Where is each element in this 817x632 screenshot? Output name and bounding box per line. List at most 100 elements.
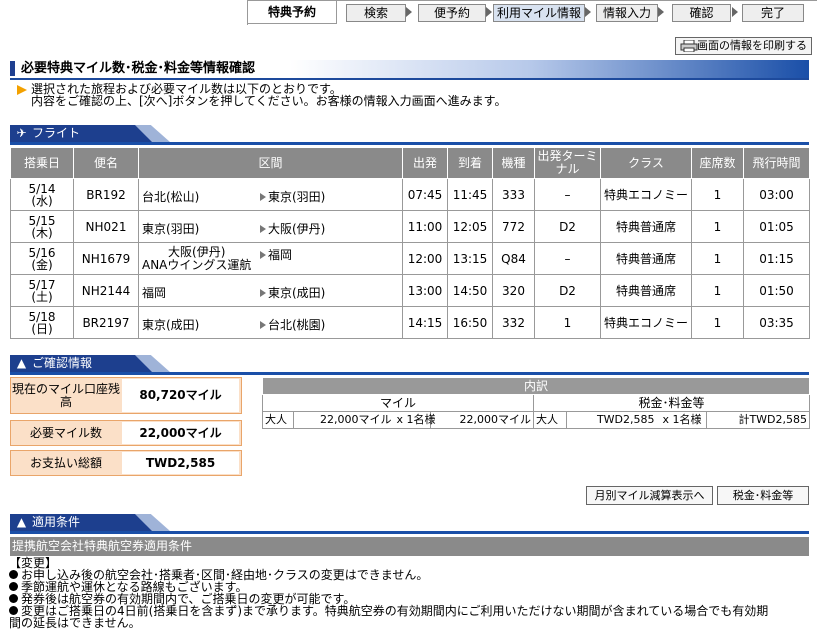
route-to-wrap: 東京(羽田) — [260, 188, 325, 205]
monthly-miles-button[interactable]: 月別マイル減算表示へ — [586, 486, 713, 505]
total-payment-box: お支払い総額 TWD2,585 — [10, 450, 242, 476]
steps-title: 特典予約 — [248, 1, 337, 24]
step-mileage-info: 利用マイル情報 — [493, 4, 585, 22]
step-confirm: 確認 — [672, 4, 731, 22]
total-payment-value: TWD2,585 — [122, 452, 239, 474]
cabin-class: 特典普通席 — [600, 210, 692, 243]
date-value: 5/16 — [28, 245, 56, 260]
seat-count: 1 — [691, 242, 744, 275]
mileage-balance-box: 現在のマイル口座残高 80,720マイル — [10, 377, 242, 414]
cabin-class: 特典普通席 — [600, 274, 692, 307]
passenger-type: 大人 — [262, 411, 294, 429]
printer-icon — [680, 40, 698, 52]
flight-number: BR2197 — [73, 306, 139, 339]
flight-duration: 03:00 — [743, 178, 810, 211]
breakdown-table: 内訳 マイル 税金･料金等 大人 22,000マイル x 1名様 22,000マ… — [261, 377, 811, 429]
confirm-section-label: ご確認情報 — [32, 356, 93, 370]
step-arrow-icon — [585, 7, 591, 17]
miles-unit: 22,000マイル — [293, 411, 394, 429]
flight-number: BR192 — [73, 178, 139, 211]
day-of-week: (水) — [31, 193, 53, 208]
route: 東京(成田) 台北(桃園) — [138, 306, 403, 339]
operated-by-note: ANAウイングス運航 — [142, 258, 252, 272]
table-row: 5/14 (水) BR192 台北(松山) 東京(羽田) 07:45 11:45 3… — [10, 178, 810, 211]
flight-date: 5/16 (金) — [10, 242, 74, 275]
day-of-week: (日) — [31, 321, 53, 336]
departure-time: 12:00 — [402, 242, 448, 275]
flight-date: 5/17 (土) — [10, 274, 74, 307]
print-button[interactable]: 画面の情報を印刷する — [675, 37, 812, 55]
seat-count: 1 — [691, 306, 744, 339]
departure-time: 11:00 — [402, 210, 448, 243]
tax-pax-count: 1名様 — [672, 413, 702, 426]
times-sign: x — [662, 413, 670, 426]
route: 台北(松山) 東京(羽田) — [138, 178, 403, 211]
aircraft-type: 772 — [492, 210, 535, 243]
bullet-icon — [9, 606, 18, 615]
departure-terminal: 1 — [534, 306, 601, 339]
departure-time: 14:15 — [402, 306, 448, 339]
step-arrow-icon — [486, 7, 492, 17]
aircraft-type: 320 — [492, 274, 535, 307]
miles-total: 22,000マイル — [430, 411, 534, 429]
flight-section-label: フライト — [32, 126, 81, 140]
arrival-time: 11:45 — [447, 178, 493, 211]
flight-section-header: ✈ フライト — [10, 125, 809, 145]
route-arrow-icon — [260, 225, 266, 233]
departure-time: 07:45 — [402, 178, 448, 211]
condition-continuation: 間の延長はできません。 — [9, 616, 141, 630]
progress-steps: 特典予約 検索 便予約 利用マイル情報 情報入力 確認 完了 — [247, 0, 817, 25]
mileage-balance-value: 80,720マイル — [122, 379, 239, 412]
departure-terminal: D2 — [534, 274, 601, 307]
departure-terminal: – — [534, 242, 601, 275]
flight-date: 5/14 (水) — [10, 178, 74, 211]
times-sign: x — [396, 413, 404, 426]
day-of-week: (木) — [31, 225, 53, 240]
route-from: 東京(成田) — [142, 318, 200, 332]
date-value: 5/14 — [28, 181, 56, 196]
header-arrival: 到着 — [447, 147, 493, 179]
header-terminal: 出発ターミナル — [534, 147, 601, 179]
route-arrow-icon — [260, 321, 266, 329]
flight-duration: 03:35 — [743, 306, 810, 339]
flight-duration: 01:15 — [743, 242, 810, 275]
flight-date: 5/15 (木) — [10, 210, 74, 243]
table-row: 5/17 (土) NH2144 福岡 東京(成田) 13:00 14:50 320 … — [10, 274, 810, 307]
person-icon: ▲ — [16, 356, 27, 370]
arrival-time: 14:50 — [447, 274, 493, 307]
route-to: 福岡 — [268, 248, 293, 262]
route-arrow-icon — [260, 251, 266, 259]
conditions-text: 【変更】 お申し込み後の航空会社･搭乗者･区間･経由地･クラスの変更はできません… — [9, 557, 814, 629]
aircraft-type: Q84 — [492, 242, 535, 275]
print-button-label: 画面の情報を印刷する — [697, 39, 807, 52]
route: 東京(羽田) 大阪(伊丹) — [138, 210, 403, 243]
date-value: 5/17 — [28, 277, 56, 292]
flight-duration: 01:05 — [743, 210, 810, 243]
step-info-input: 情報入力 — [596, 4, 658, 22]
breakdown-miles-header: マイル — [262, 394, 534, 412]
route-to: 大阪(伊丹) — [268, 222, 326, 236]
arrival-time: 16:50 — [447, 306, 493, 339]
required-miles-label: 必要マイル数 — [29, 425, 102, 440]
day-of-week: (土) — [31, 289, 53, 304]
departure-terminal: – — [534, 178, 601, 211]
route: 大阪(伊丹) ANAウイングス運航 福岡 — [138, 242, 403, 275]
title-marker — [10, 61, 15, 76]
step-flight-booking: 便予約 — [418, 4, 486, 22]
tax-unit: TWD2,585 — [566, 411, 657, 429]
bullet-icon — [9, 582, 18, 591]
intro-line-2: 内容をご確認の上、[次へ]ボタンを押してください。お客様の情報入力画面へ進みます… — [31, 94, 507, 108]
confirm-section-header: ▲ ご確認情報 — [10, 355, 809, 375]
arrival-time: 12:05 — [447, 210, 493, 243]
route-to-wrap: 大阪(伊丹) — [260, 220, 325, 237]
date-value: 5/18 — [28, 309, 56, 324]
flight-number: NH2144 — [73, 274, 139, 307]
cabin-class: 特典エコノミー — [600, 306, 692, 339]
step-arrow-icon — [406, 7, 412, 17]
required-miles-box: 必要マイル数 22,000マイル — [10, 420, 242, 446]
route-to-wrap: 東京(成田) — [260, 284, 325, 301]
tax-count: x 1名様 — [656, 411, 707, 429]
step-search: 検索 — [346, 4, 406, 22]
airplane-icon: ✈ — [16, 126, 27, 140]
tax-fees-button[interactable]: 税金･料金等 — [717, 486, 809, 505]
